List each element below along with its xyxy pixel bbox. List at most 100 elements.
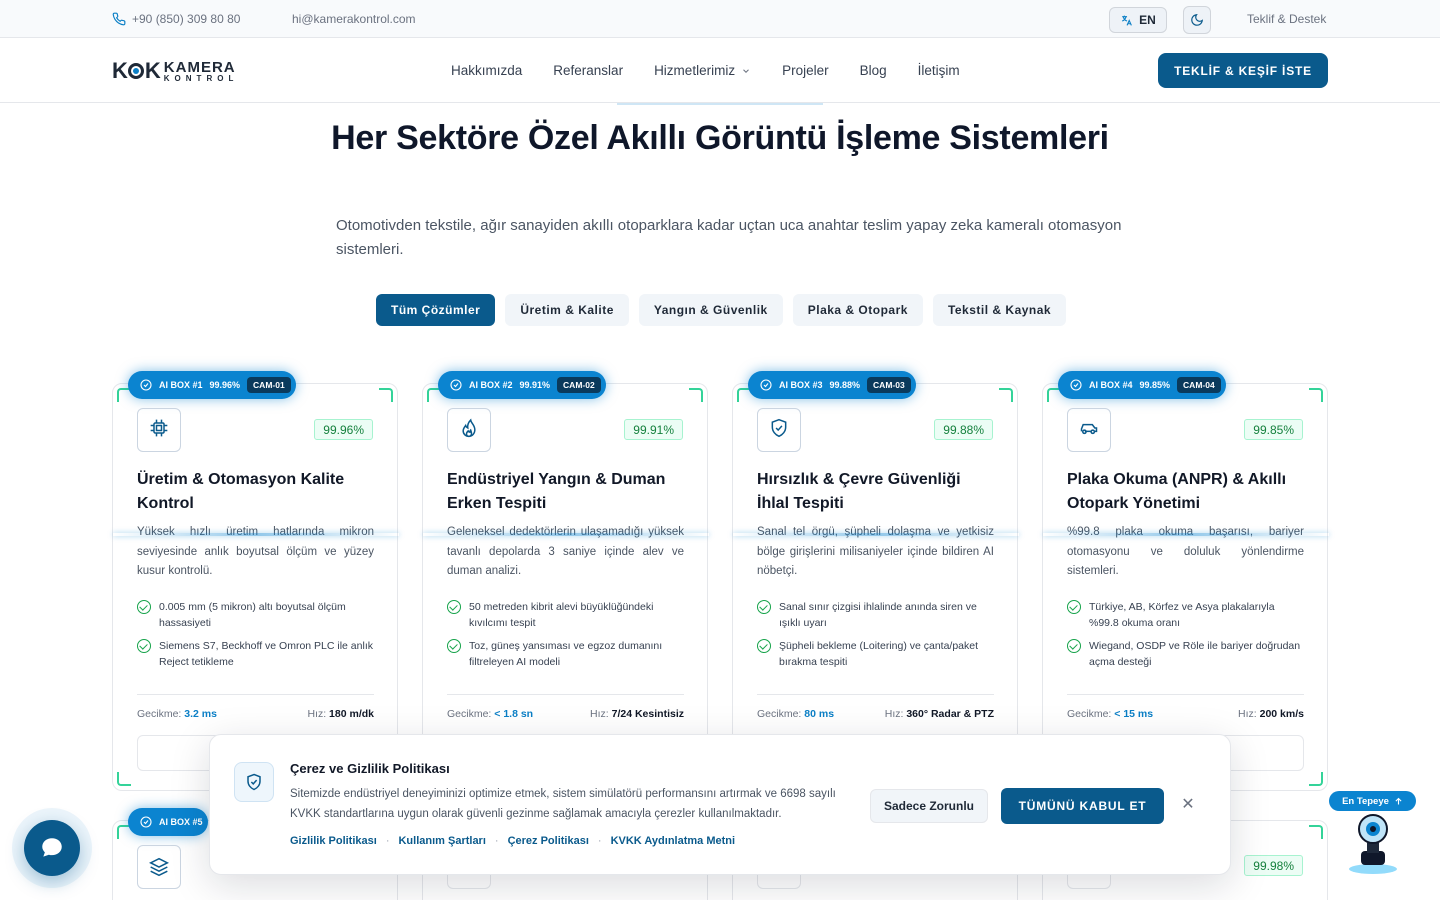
nav-item-contact[interactable]: İletişim — [918, 63, 960, 78]
scan-line — [733, 533, 1019, 536]
feature-item: Türkiye, AB, Körfez ve Asya plakalarıyla… — [1067, 599, 1307, 631]
camera-id: CAM-04 — [1177, 377, 1221, 393]
card-divider — [757, 694, 994, 695]
ai-box-badge: AI BOX #4 99.85% CAM-04 — [1058, 371, 1226, 399]
chat-bubble-icon — [42, 838, 62, 857]
nav-item-projects[interactable]: Projeler — [782, 63, 829, 78]
cookie-links: Gizlilik Politikası · Kullanım Şartları … — [290, 835, 735, 847]
privacy-policy-link[interactable]: Gizlilik Politikası — [290, 835, 377, 847]
scan-line — [1043, 533, 1329, 536]
check-icon — [447, 639, 461, 653]
cookie-policy-link[interactable]: Çerez Politikası — [508, 835, 589, 847]
accept-all-button[interactable]: TÜMÜNÜ KABUL ET — [1001, 788, 1164, 824]
cookie-shield-icon-box — [234, 762, 274, 802]
support-link[interactable]: Teklif & Destek — [1247, 0, 1326, 38]
ai-box-accuracy: 99.85% — [1139, 380, 1171, 390]
ai-box-label: AI BOX #1 — [159, 380, 203, 390]
filter-plate-parking[interactable]: Plaka & Otopark — [792, 294, 923, 326]
card-stats: Gecikme: < 1.8 sn Hız: 7/24 Kesintisiz — [447, 708, 684, 720]
card-corner — [117, 772, 131, 786]
close-icon[interactable]: ✕ — [1180, 797, 1196, 813]
logo[interactable]: KK KAMERA KONTROL — [112, 58, 238, 84]
accuracy-badge: 99.96% — [314, 419, 373, 440]
check-circle-icon — [450, 379, 462, 391]
quote-request-button[interactable]: TEKLİF & KEŞİF İSTE — [1158, 53, 1328, 88]
card-divider — [1067, 694, 1304, 695]
check-circle-icon — [760, 379, 772, 391]
filter-all[interactable]: Tüm Çözümler — [376, 294, 496, 326]
check-circle-icon — [1070, 379, 1082, 391]
filter-fire-security[interactable]: Yangın & Güvenlik — [638, 294, 783, 326]
card-corner — [379, 388, 393, 402]
card-corner — [1309, 825, 1323, 839]
kvkk-link[interactable]: KVKK Aydınlatma Metni — [611, 835, 735, 847]
top-bar: +90 (850) 309 80 80 hi@kamerakontrol.com… — [0, 0, 1440, 38]
latency-value: 80 ms — [804, 708, 835, 720]
arrow-up-icon — [1395, 797, 1402, 804]
feature-text: Sanal sınır çizgisi ihlalinde anında sir… — [779, 601, 977, 629]
logo-text: KAMERA KONTROL — [164, 60, 239, 83]
nav-item-references[interactable]: Referanslar — [553, 63, 623, 78]
latency-value: < 15 ms — [1114, 708, 1154, 720]
cookie-banner: Çerez ve Gizlilik Politikası Sitemizde e… — [209, 734, 1231, 875]
solution-card-1[interactable]: AI BOX #1 99.96% CAM-01 99.96% Üretim & … — [112, 371, 399, 791]
feature-text: Wiegand, OSDP ve Röle ile bariyer doğrud… — [1089, 640, 1301, 668]
feature-text: 0.005 mm (5 mikron) altı boyutsal ölçüm … — [159, 601, 346, 629]
feature-text: Türkiye, AB, Körfez ve Asya plakalarıyla… — [1089, 601, 1275, 629]
feature-item: 50 metreden kibrit alevi büyüklüğündeki … — [447, 599, 687, 631]
theme-toggle[interactable] — [1183, 6, 1211, 34]
ai-box-accuracy: 99.91% — [519, 380, 551, 390]
feature-text: 50 metreden kibrit alevi büyüklüğündeki … — [469, 601, 654, 629]
speed-label: Hız: — [307, 708, 327, 720]
accuracy-badge: 99.91% — [624, 419, 683, 440]
filter-production[interactable]: Üretim & Kalite — [505, 294, 629, 326]
card-description: Yüksek hızlı üretim hatlarında mikron se… — [137, 526, 374, 577]
ai-box-badge: AI BOX #2 99.91% CAM-02 — [438, 371, 606, 399]
card-icon-box — [137, 408, 181, 452]
card-title: Endüstriyel Yangın & Duman Erken Tespiti — [447, 471, 666, 512]
latency-stat: Gecikme: < 1.8 sn — [447, 708, 533, 720]
moon-icon — [1191, 14, 1203, 26]
ai-box-accuracy: 99.96% — [209, 380, 241, 390]
cookie-text: Sitemizde endüstriyel deneyiminizi optim… — [290, 788, 836, 820]
check-icon — [447, 600, 461, 614]
ai-box-label: AI BOX #3 — [779, 380, 823, 390]
nav-item-blog[interactable]: Blog — [860, 63, 887, 78]
nav-item-services[interactable]: Hizmetlerimiz — [654, 63, 751, 78]
language-button[interactable]: EN — [1109, 7, 1167, 33]
ai-box-label: AI BOX #2 — [469, 380, 513, 390]
robot-mascot-icon — [1349, 814, 1397, 874]
accuracy-badge: 99.88% — [934, 419, 993, 440]
solution-card-4[interactable]: AI BOX #4 99.85% CAM-04 99.85% Plaka Oku… — [1042, 371, 1329, 791]
filter-textile-welding[interactable]: Tekstil & Kaynak — [932, 294, 1067, 326]
speed-value: 360° Radar & PTZ — [906, 708, 994, 720]
camera-id: CAM-03 — [867, 377, 911, 393]
card-divider — [447, 694, 684, 695]
back-to-top-button[interactable]: En Tepeye — [1329, 791, 1416, 811]
speed-stat: Hız: 7/24 Kesintisiz — [590, 708, 684, 720]
link-separator: · — [385, 835, 390, 847]
chat-button[interactable] — [24, 820, 80, 876]
nav-item-about[interactable]: Hakkımızda — [451, 63, 522, 78]
card-divider — [137, 694, 374, 695]
language-label: EN — [1139, 13, 1156, 27]
terms-link[interactable]: Kullanım Şartları — [398, 835, 485, 847]
card-description: Sanal tel örgü, şüpheli dolaşma ve yetki… — [757, 526, 994, 577]
solution-card-3[interactable]: AI BOX #3 99.88% CAM-03 99.88% Hırsızlık… — [732, 371, 1019, 791]
scan-line — [423, 533, 709, 536]
robot-mascot[interactable] — [1346, 813, 1400, 875]
card-icon-box — [447, 408, 491, 452]
feature-text: Siemens S7, Beckhoff ve Omron PLC ile an… — [159, 640, 373, 668]
card-icon-box — [757, 408, 801, 452]
latency-label: Gecikme: — [757, 708, 802, 720]
cpu-icon — [149, 418, 169, 443]
email-link[interactable]: hi@kamerakontrol.com — [292, 0, 416, 38]
card-corner — [689, 388, 703, 402]
latency-value: 3.2 ms — [184, 708, 217, 720]
solution-card-2[interactable]: AI BOX #2 99.91% CAM-02 99.91% Endüstriy… — [422, 371, 709, 791]
necessary-only-button[interactable]: Sadece Zorunlu — [870, 789, 988, 823]
check-icon — [757, 639, 771, 653]
shield-icon — [769, 418, 789, 443]
phone-link[interactable]: +90 (850) 309 80 80 — [112, 0, 240, 38]
phone-text: +90 (850) 309 80 80 — [132, 12, 241, 26]
